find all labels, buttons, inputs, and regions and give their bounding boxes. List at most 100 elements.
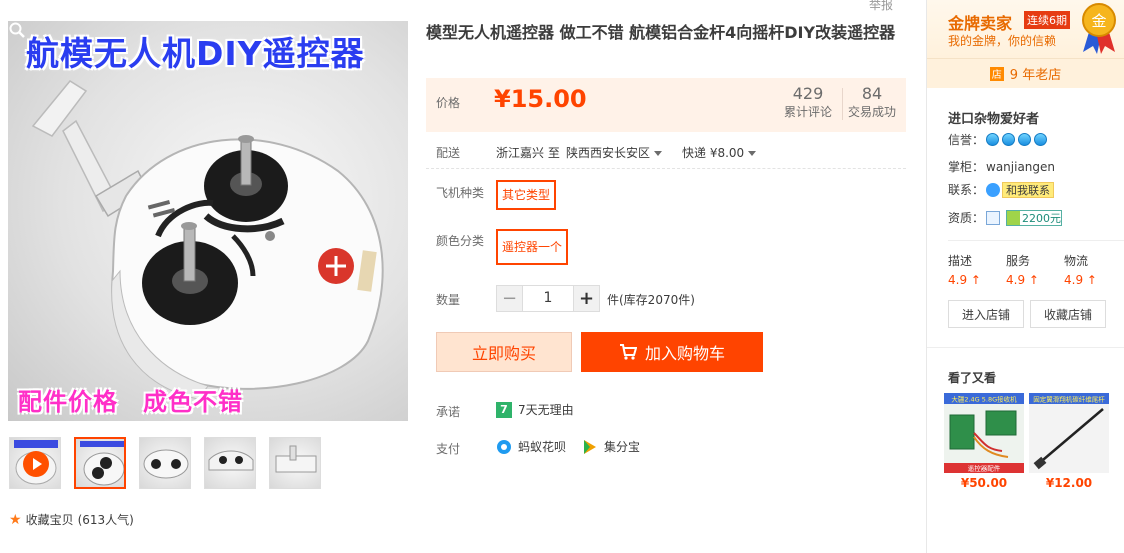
score-description: 描述 4.9 ↑ [948, 254, 981, 287]
price-label: 价格 [436, 96, 461, 110]
deposit-badge[interactable]: 2200元 [1006, 209, 1063, 226]
cart-icon [619, 344, 637, 360]
reviews-stat[interactable]: 429 累计评论 [780, 84, 836, 120]
shop-keeper: 掌柜： wanjiangen [948, 159, 1056, 175]
reviews-label: 累计评论 [783, 105, 832, 119]
payment-label: 支付 [436, 442, 461, 456]
stat-divider [842, 88, 843, 120]
star-icon: ★ [9, 511, 22, 528]
deals-count: 84 [861, 84, 883, 103]
crown-icon [1018, 133, 1032, 146]
crown-icon [1002, 133, 1016, 146]
divider [927, 347, 1124, 348]
main-product-image[interactable]: 航模无人机DIY遥控器 配件价格 成色不错 [8, 21, 408, 421]
price-value: ¥15.00 [494, 85, 587, 113]
seven-day-icon: 7 [496, 401, 512, 418]
promise-text: 7天无理由 [518, 403, 574, 417]
divider [426, 168, 906, 169]
ship-destination-select[interactable]: 陕西西安长安区 [566, 144, 663, 161]
gold-seller-banner: 金牌卖家 连续6期 我的金牌，你的信赖 金 [927, 0, 1124, 58]
also-viewed-image: 固定翼滑翔机碳纤维尾杆 [1029, 393, 1109, 473]
gold-seller-slogan: 我的金牌，你的信赖 [948, 34, 1057, 48]
payment-jifenbao[interactable]: 集分宝 [582, 438, 640, 455]
also-viewed-caption-bottom: 遥控器配件 [968, 464, 1001, 473]
quantity-plus-button[interactable]: + [574, 286, 599, 311]
medal-char: 金 [1091, 12, 1106, 30]
favorite-label: 收藏宝贝 [25, 513, 74, 527]
quantity-minus-button[interactable]: − [497, 286, 522, 311]
crown-icon [986, 133, 1000, 146]
also-viewed-item[interactable]: 固定翼滑翔机碳纤维尾杆 ¥12.00 [1029, 393, 1109, 490]
payment-huabei[interactable]: 蚂蚁花呗 [496, 438, 566, 455]
thumbnail-3[interactable] [139, 437, 191, 489]
deals-stat: 84 交易成功 [844, 84, 900, 120]
also-viewed-image: 大疆2.4G 5.8G接收机 遥控器配件 [944, 393, 1024, 473]
thumbnail-2[interactable] [74, 437, 126, 489]
shop-icon: 店 [989, 66, 1004, 81]
favorite-item-link[interactable]: ★ 收藏宝贝 (613人气) [9, 511, 134, 528]
reviews-count: 429 [792, 84, 824, 103]
shop-sidebar: 金牌卖家 连续6期 我的金牌，你的信赖 金 店 9 年老店 进口杂物爱好者 信誉… [926, 0, 1124, 553]
shop-contact: 联系： 和我联系 [948, 181, 1055, 198]
contact-seller-button[interactable]: 和我联系 [1002, 181, 1055, 198]
quantity-label: 数量 [436, 293, 461, 307]
option1-label: 飞机种类 [436, 186, 485, 200]
price-panel: 价格 ¥15.00 429 累计评论 84 交易成功 [426, 78, 906, 132]
gold-seller-title: 金牌卖家 [948, 14, 1013, 33]
image-caption-text: 配件价格 成色不错 [18, 388, 243, 416]
shop-qualification: 资质： 2200元 [948, 209, 1063, 226]
favorite-count: (613人气) [77, 513, 134, 527]
jifenbao-icon [584, 439, 596, 454]
wangwang-icon [986, 182, 1001, 197]
buy-now-button[interactable]: 立即购买 [436, 332, 572, 372]
shop-name[interactable]: 进口杂物爱好者 [948, 108, 1039, 127]
shipping-row: 配送 [436, 144, 460, 161]
favorite-shop-button[interactable]: 收藏店铺 [1030, 300, 1106, 328]
enter-shop-button[interactable]: 进入店铺 [948, 300, 1024, 328]
chevron-down-icon [748, 151, 757, 156]
deposit-icon [1007, 210, 1021, 225]
option2-label: 颜色分类 [436, 234, 485, 248]
divider [948, 240, 1124, 241]
thumbnail-5[interactable] [269, 437, 321, 489]
stock-text: 件(库存2070件) [607, 293, 695, 307]
remote-controller-illustration [31, 80, 384, 400]
shipping-label: 配送 [436, 146, 461, 160]
thumbnail-video[interactable] [9, 437, 61, 489]
score-service: 服务 4.9 ↑ [1006, 254, 1039, 287]
thumbnail-strip [9, 437, 321, 489]
also-viewed-caption: 大疆2.4G 5.8G接收机 [951, 395, 1017, 404]
quantity-stepper: − 1 + [496, 285, 600, 312]
image-title-text: 航模无人机DIY遥控器 [26, 34, 365, 73]
chevron-down-icon [654, 151, 663, 156]
report-link[interactable]: 举报 [869, 0, 893, 13]
crown-icon [1034, 133, 1048, 146]
product-title: 模型无人机遥控器 做工不错 航模铝合金杆4向摇杆DIY改装遥控器 [426, 23, 896, 42]
shop-keeper-name[interactable]: wanjiangen [986, 160, 1055, 174]
quantity-input[interactable]: 1 [522, 286, 574, 311]
add-to-cart-label: 加入购物车 [644, 344, 725, 363]
play-icon[interactable] [23, 451, 49, 477]
also-viewed-title: 看了又看 [948, 371, 997, 385]
also-viewed-item[interactable]: 大疆2.4G 5.8G接收机 遥控器配件 ¥50.00 [944, 393, 1024, 490]
also-viewed-price: ¥12.00 [1045, 476, 1093, 490]
option1-selected[interactable]: 其它类型 [496, 180, 557, 210]
deals-label: 交易成功 [847, 105, 896, 119]
ship-from: 浙江嘉兴 至 [496, 146, 560, 160]
promise-label: 承诺 [436, 405, 461, 419]
shop-credit: 信誉： [948, 131, 1048, 148]
zoom-icon[interactable] [8, 21, 26, 39]
ship-method-select[interactable]: 快递 ¥8.00 [682, 144, 757, 161]
thumbnail-4[interactable] [204, 437, 256, 489]
huabei-icon [497, 439, 511, 454]
gold-period-badge: 连续6期 [1024, 11, 1070, 29]
add-to-cart-button[interactable]: 加入购物车 [581, 332, 763, 372]
shop-years: 店 9 年老店 [927, 58, 1124, 88]
certificate-icon[interactable] [986, 210, 1001, 225]
shop-years-text: 9 年老店 [1009, 68, 1062, 83]
product-page: 航模无人机DIY遥控器 配件价格 成色不错 ★ 收藏宝贝 (613人气) 举报 [0, 0, 1124, 553]
also-viewed-caption: 固定翼滑翔机碳纤维尾杆 [1033, 395, 1105, 404]
score-logistics: 物流 4.9 ↑ [1064, 254, 1097, 287]
option2-selected[interactable]: 遥控器一个 [496, 229, 569, 265]
promise-seven-day[interactable]: 7 7天无理由 [496, 401, 574, 418]
